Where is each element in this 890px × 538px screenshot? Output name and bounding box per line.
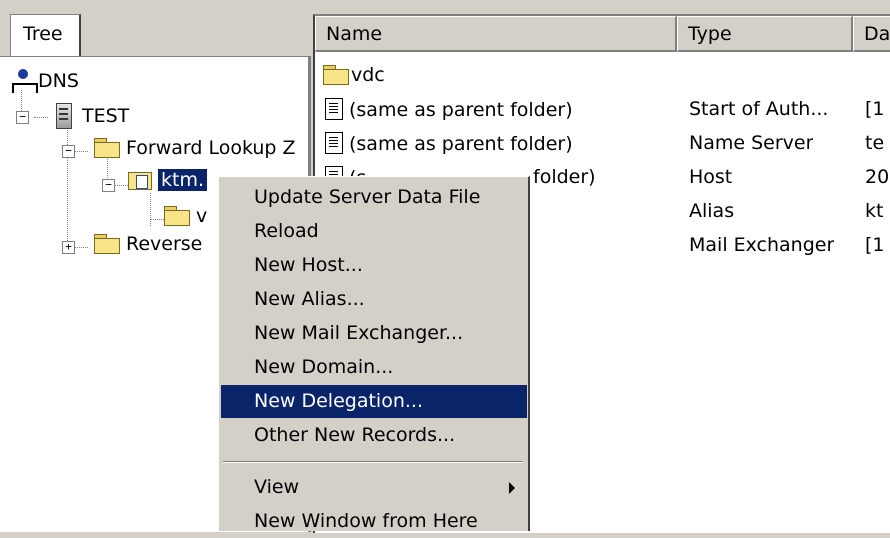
record-name: vdc	[351, 64, 385, 86]
record-name: (same as parent folder)	[349, 133, 573, 155]
record-data: [1	[865, 234, 885, 256]
network-icon	[12, 69, 38, 93]
record-type: Mail Exchanger	[689, 234, 835, 256]
folder-icon	[94, 138, 120, 158]
menu-item-other-new-records[interactable]: Other New Records...	[221, 419, 527, 452]
tree-node-label: Reverse	[126, 233, 203, 255]
record-data: 20	[865, 166, 890, 188]
menu-item-new-mail-exchanger[interactable]: New Mail Exchanger...	[221, 317, 527, 350]
record-name-cell: vdc	[323, 64, 385, 86]
column-header-label: Name	[326, 23, 383, 45]
tree-node-label: Forward Lookup Z	[126, 137, 296, 159]
folder-icon	[94, 234, 120, 254]
record-data: te	[865, 132, 885, 154]
folder-icon	[164, 206, 190, 226]
tree-node-label-selected: ktm.	[158, 169, 208, 191]
tree-node-label: DNS	[38, 70, 79, 92]
column-header-label: Type	[688, 23, 732, 45]
record-type: Alias	[689, 200, 735, 222]
menu-item-update-server-data-file[interactable]: Update Server Data File	[221, 181, 527, 214]
tree-connector	[150, 193, 151, 226]
tree-connector	[114, 185, 128, 186]
dns-console-window: Tree DNS − TEST − Forward Lookup Z − ktm…	[0, 0, 890, 533]
record-icon	[325, 132, 343, 154]
list-item[interactable]: (same as parent folder) Name Server te	[315, 128, 890, 162]
tree-node-reverse-lookup[interactable]: Reverse	[94, 233, 202, 255]
record-type: Name Server	[689, 132, 814, 154]
menu-item-new-alias[interactable]: New Alias...	[221, 283, 527, 316]
tree-connector	[74, 151, 88, 152]
record-name-cell: (same as parent folder)	[325, 132, 573, 155]
submenu-arrow-icon	[509, 482, 515, 494]
tree-node-label: TEST	[82, 105, 130, 127]
tree-node-dns[interactable]: DNS	[12, 69, 79, 93]
menu-item-new-host[interactable]: New Host...	[221, 249, 527, 282]
list-item[interactable]: (same as parent folder) Start of Auth...…	[315, 94, 890, 128]
column-header-type[interactable]: Type	[677, 16, 853, 52]
column-header-label: Da	[864, 23, 890, 45]
tab-tree-label: Tree	[23, 23, 63, 45]
context-menu: Update Server Data File Reload New Host.…	[218, 176, 530, 532]
record-icon	[325, 98, 343, 120]
tree-node-zone[interactable]: ktm.	[128, 169, 208, 191]
tree-node-subfolder[interactable]: v	[164, 205, 207, 227]
record-data: kt	[865, 200, 884, 222]
tree-connector	[74, 247, 88, 248]
tab-tree[interactable]: Tree	[10, 14, 81, 57]
zone-icon	[128, 169, 154, 191]
tree-node-forward-lookup[interactable]: Forward Lookup Z	[94, 137, 296, 159]
menu-separator	[223, 461, 523, 463]
menu-item-view[interactable]: View	[221, 471, 527, 504]
menu-item-label: View	[254, 476, 300, 498]
menu-item-reload[interactable]: Reload	[221, 215, 527, 248]
collapse-toggle[interactable]: −	[102, 179, 115, 192]
expand-toggle[interactable]: +	[62, 241, 75, 254]
record-type: Start of Auth...	[689, 98, 829, 120]
collapse-toggle[interactable]: −	[62, 145, 75, 158]
record-name: (same as parent folder)	[349, 99, 573, 121]
server-icon	[56, 103, 72, 129]
column-header-data[interactable]: Da	[853, 16, 890, 52]
record-name-cell: (same as parent folder)	[325, 98, 573, 121]
tree-connector	[150, 219, 164, 220]
tree-node-server[interactable]: TEST	[56, 103, 129, 129]
menu-item-new-delegation[interactable]: New Delegation...	[221, 385, 527, 418]
tree-node-label: v	[196, 205, 208, 227]
menu-item-new-domain[interactable]: New Domain...	[221, 351, 527, 384]
menu-item-new-window-from-here[interactable]: New Window from Here	[221, 505, 527, 538]
tree-connector	[34, 117, 48, 118]
record-data: [1	[865, 98, 885, 120]
collapse-toggle[interactable]: −	[16, 111, 29, 124]
record-name-tail: folder)	[533, 166, 596, 188]
column-header-name[interactable]: Name	[315, 16, 677, 52]
record-type: Host	[689, 166, 733, 188]
folder-icon	[323, 65, 349, 85]
list-item[interactable]: vdc	[315, 60, 890, 94]
